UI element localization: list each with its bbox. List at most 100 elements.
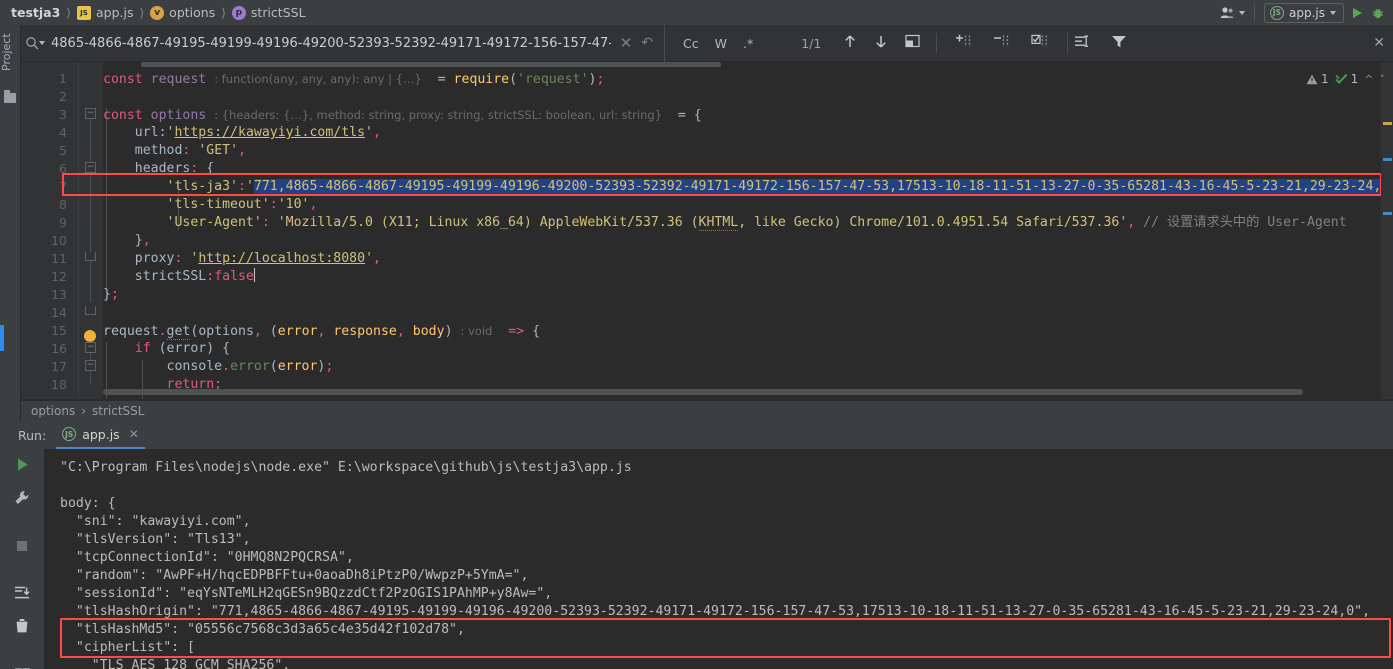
console-line: "tcpConnectionId": "0HMQ8N2PQCRSA",	[60, 550, 354, 565]
search-history-chevron-icon[interactable]	[39, 41, 45, 45]
find-navigation	[843, 34, 920, 53]
line-number: 8	[59, 197, 67, 212]
marker-change[interactable]	[1383, 158, 1392, 161]
js-run-config-icon: JS	[1270, 5, 1284, 20]
fold-end-marker[interactable]	[85, 252, 96, 261]
console-line: "tlsHashMd5": "05556c7568c3d3a65c4e35d42…	[60, 622, 465, 637]
add-occurrence-icon[interactable]	[955, 34, 973, 53]
fold-marker[interactable]: −	[85, 342, 96, 353]
sub-breadcrumb-separator: ›	[81, 404, 87, 418]
find-toolbar: 4865-4866-4867-49195-49199-49196-49200-5…	[21, 24, 1393, 62]
line-number: 18	[51, 377, 67, 392]
user-account-icon[interactable]	[1220, 6, 1245, 19]
inspection-status[interactable]: 1 1 ^ ˅	[1306, 72, 1385, 86]
arrow-up-icon[interactable]	[843, 34, 857, 53]
run-configuration-selector[interactable]: JS app.js	[1264, 2, 1344, 23]
fold-region-line	[90, 119, 91, 302]
breadcrumb-item-options[interactable]: v options	[145, 5, 220, 20]
chevron-down-icon[interactable]: ˅	[1380, 73, 1386, 86]
marker-warning[interactable]	[1383, 122, 1392, 125]
regex-toggle[interactable]: .*	[743, 36, 753, 51]
stop-square-icon[interactable]	[15, 538, 29, 557]
close-x-icon[interactable]: ✕	[1373, 35, 1393, 51]
editor-horizontal-scrollbar[interactable]	[103, 389, 1303, 395]
code-line-7: 'tls-ja3':'771,4865-4866-4867-49195-4919…	[166, 179, 1393, 194]
run-tab-appjs[interactable]: JS app.js ✕	[56, 421, 145, 449]
filter-funnel-icon[interactable]	[1111, 34, 1127, 53]
js-run-config-icon: JS	[62, 427, 77, 441]
editor-structure-breadcrumb: options › strictSSL	[21, 401, 1393, 421]
sub-breadcrumb-item-strictssl[interactable]: strictSSL	[92, 404, 144, 418]
select-occurrences-icon[interactable]	[1031, 34, 1049, 53]
line-number: 17	[51, 359, 67, 374]
code-line-4: url:'https://kawayiyi.com/tls',	[134, 125, 381, 140]
clear-x-icon[interactable]: ✕	[611, 34, 642, 52]
search-input[interactable]: 4865-4866-4867-49195-49199-49196-49200-5…	[49, 36, 611, 51]
editor-marker-gutter[interactable]	[1381, 62, 1393, 399]
scroll-to-end-icon[interactable]	[14, 585, 31, 604]
trash-delete-icon[interactable]	[15, 618, 29, 638]
fold-marker[interactable]: −	[85, 360, 96, 371]
console-line: "random": "AwPF+H/hqcEDPBFFtu+0aoaDh8iPt…	[60, 568, 529, 583]
fold-end-marker[interactable]	[85, 306, 96, 315]
run-tab-label: app.js	[82, 426, 120, 442]
run-console-output[interactable]: "C:\Program Files\nodejs\node.exe" E:\wo…	[44, 449, 1393, 669]
match-case-toggle[interactable]: Cc	[683, 36, 699, 51]
line-number: 12	[51, 269, 67, 284]
sub-breadcrumb-item-options[interactable]: options	[31, 404, 75, 418]
breadcrumb-separator: ⟩	[221, 5, 226, 20]
search-scope-icon[interactable]	[1074, 34, 1091, 53]
code-line-17: console.error(error);	[166, 359, 334, 374]
line-number: 7	[59, 179, 67, 194]
run-panel-label: Run:	[18, 427, 47, 443]
breadcrumb-separator: ⟩	[66, 5, 71, 20]
remove-occurrence-icon[interactable]	[993, 34, 1011, 53]
run-play-icon[interactable]	[1353, 7, 1362, 18]
chevron-down-icon	[1239, 10, 1245, 15]
breadcrumb-item-file[interactable]: JS app.js	[72, 5, 139, 20]
line-number: 5	[59, 143, 67, 158]
search-field-container[interactable]: 4865-4866-4867-49195-49199-49196-49200-5…	[21, 24, 665, 62]
breadcrumb-item-strictssl[interactable]: p strictSSL	[227, 5, 311, 20]
inspection-check-icon[interactable]: 1	[1334, 72, 1358, 86]
editor-code-area[interactable]: const request : function(any, any, any):…	[103, 62, 1393, 399]
toolbar-divider	[1254, 4, 1255, 21]
fold-marker[interactable]: −	[85, 162, 96, 173]
warning-triangle-icon[interactable]: 1	[1306, 72, 1329, 86]
arrow-down-icon[interactable]	[874, 34, 888, 53]
line-number: 4	[59, 125, 67, 140]
breadcrumb-item-project[interactable]: testja3	[6, 5, 65, 20]
editor-fold-column[interactable]: − − − −	[79, 62, 103, 399]
code-editor[interactable]: 1 2 3 4 5 6 7 8 9 10 11 12 13 14 15 16 1…	[21, 62, 1393, 399]
line-number: 15	[51, 323, 67, 338]
run-tool-window: Run: JS app.js ✕ "C:\Program Files\nodej…	[0, 421, 1393, 669]
console-line: "sni": "kawayiyi.com",	[60, 514, 251, 529]
ja3-selected-value: 771,4865-4866-4867-49195-49199-49196-492…	[253, 179, 1390, 194]
close-x-icon[interactable]: ✕	[129, 427, 139, 441]
code-line-13: };	[103, 287, 119, 302]
find-loop-icon[interactable]: ↶	[641, 35, 664, 51]
code-line-6: headers: {	[134, 161, 215, 176]
debug-bug-icon[interactable]	[1371, 6, 1385, 20]
code-line-15: request.get(options, (error, response, b…	[103, 324, 541, 340]
fold-marker[interactable]: −	[85, 108, 96, 119]
left-tool-strip: Project	[0, 25, 21, 421]
occurrence-tools	[937, 34, 1067, 53]
sidebar-item-project[interactable]: Project	[0, 29, 21, 91]
console-line: "cipherList": [	[60, 640, 195, 655]
rerun-play-icon[interactable]	[15, 457, 30, 476]
breadcrumb-label-options: options	[169, 5, 216, 20]
run-configuration-label: app.js	[1289, 5, 1325, 20]
breadcrumb-separator: ⟩	[139, 5, 145, 20]
marker-change[interactable]	[1383, 212, 1392, 215]
settings-wrench-icon[interactable]	[14, 490, 30, 510]
console-line: "C:\Program Files\nodejs\node.exe" E:\wo…	[60, 460, 632, 475]
intention-bulb-icon[interactable]	[84, 330, 96, 343]
chevron-up-icon[interactable]: ^	[1364, 73, 1373, 86]
code-line-11: proxy: 'http://localhost:8080',	[134, 251, 381, 266]
words-toggle[interactable]: W	[715, 36, 727, 51]
variable-badge-icon: v	[150, 5, 165, 20]
console-line: "sessionId": "eqYsNTeMLH2qGESn9BQzzdCtf2…	[60, 586, 553, 601]
select-all-occurrences-icon[interactable]	[905, 34, 920, 52]
console-line: "TLS_AES_128_GCM_SHA256",	[60, 658, 291, 669]
